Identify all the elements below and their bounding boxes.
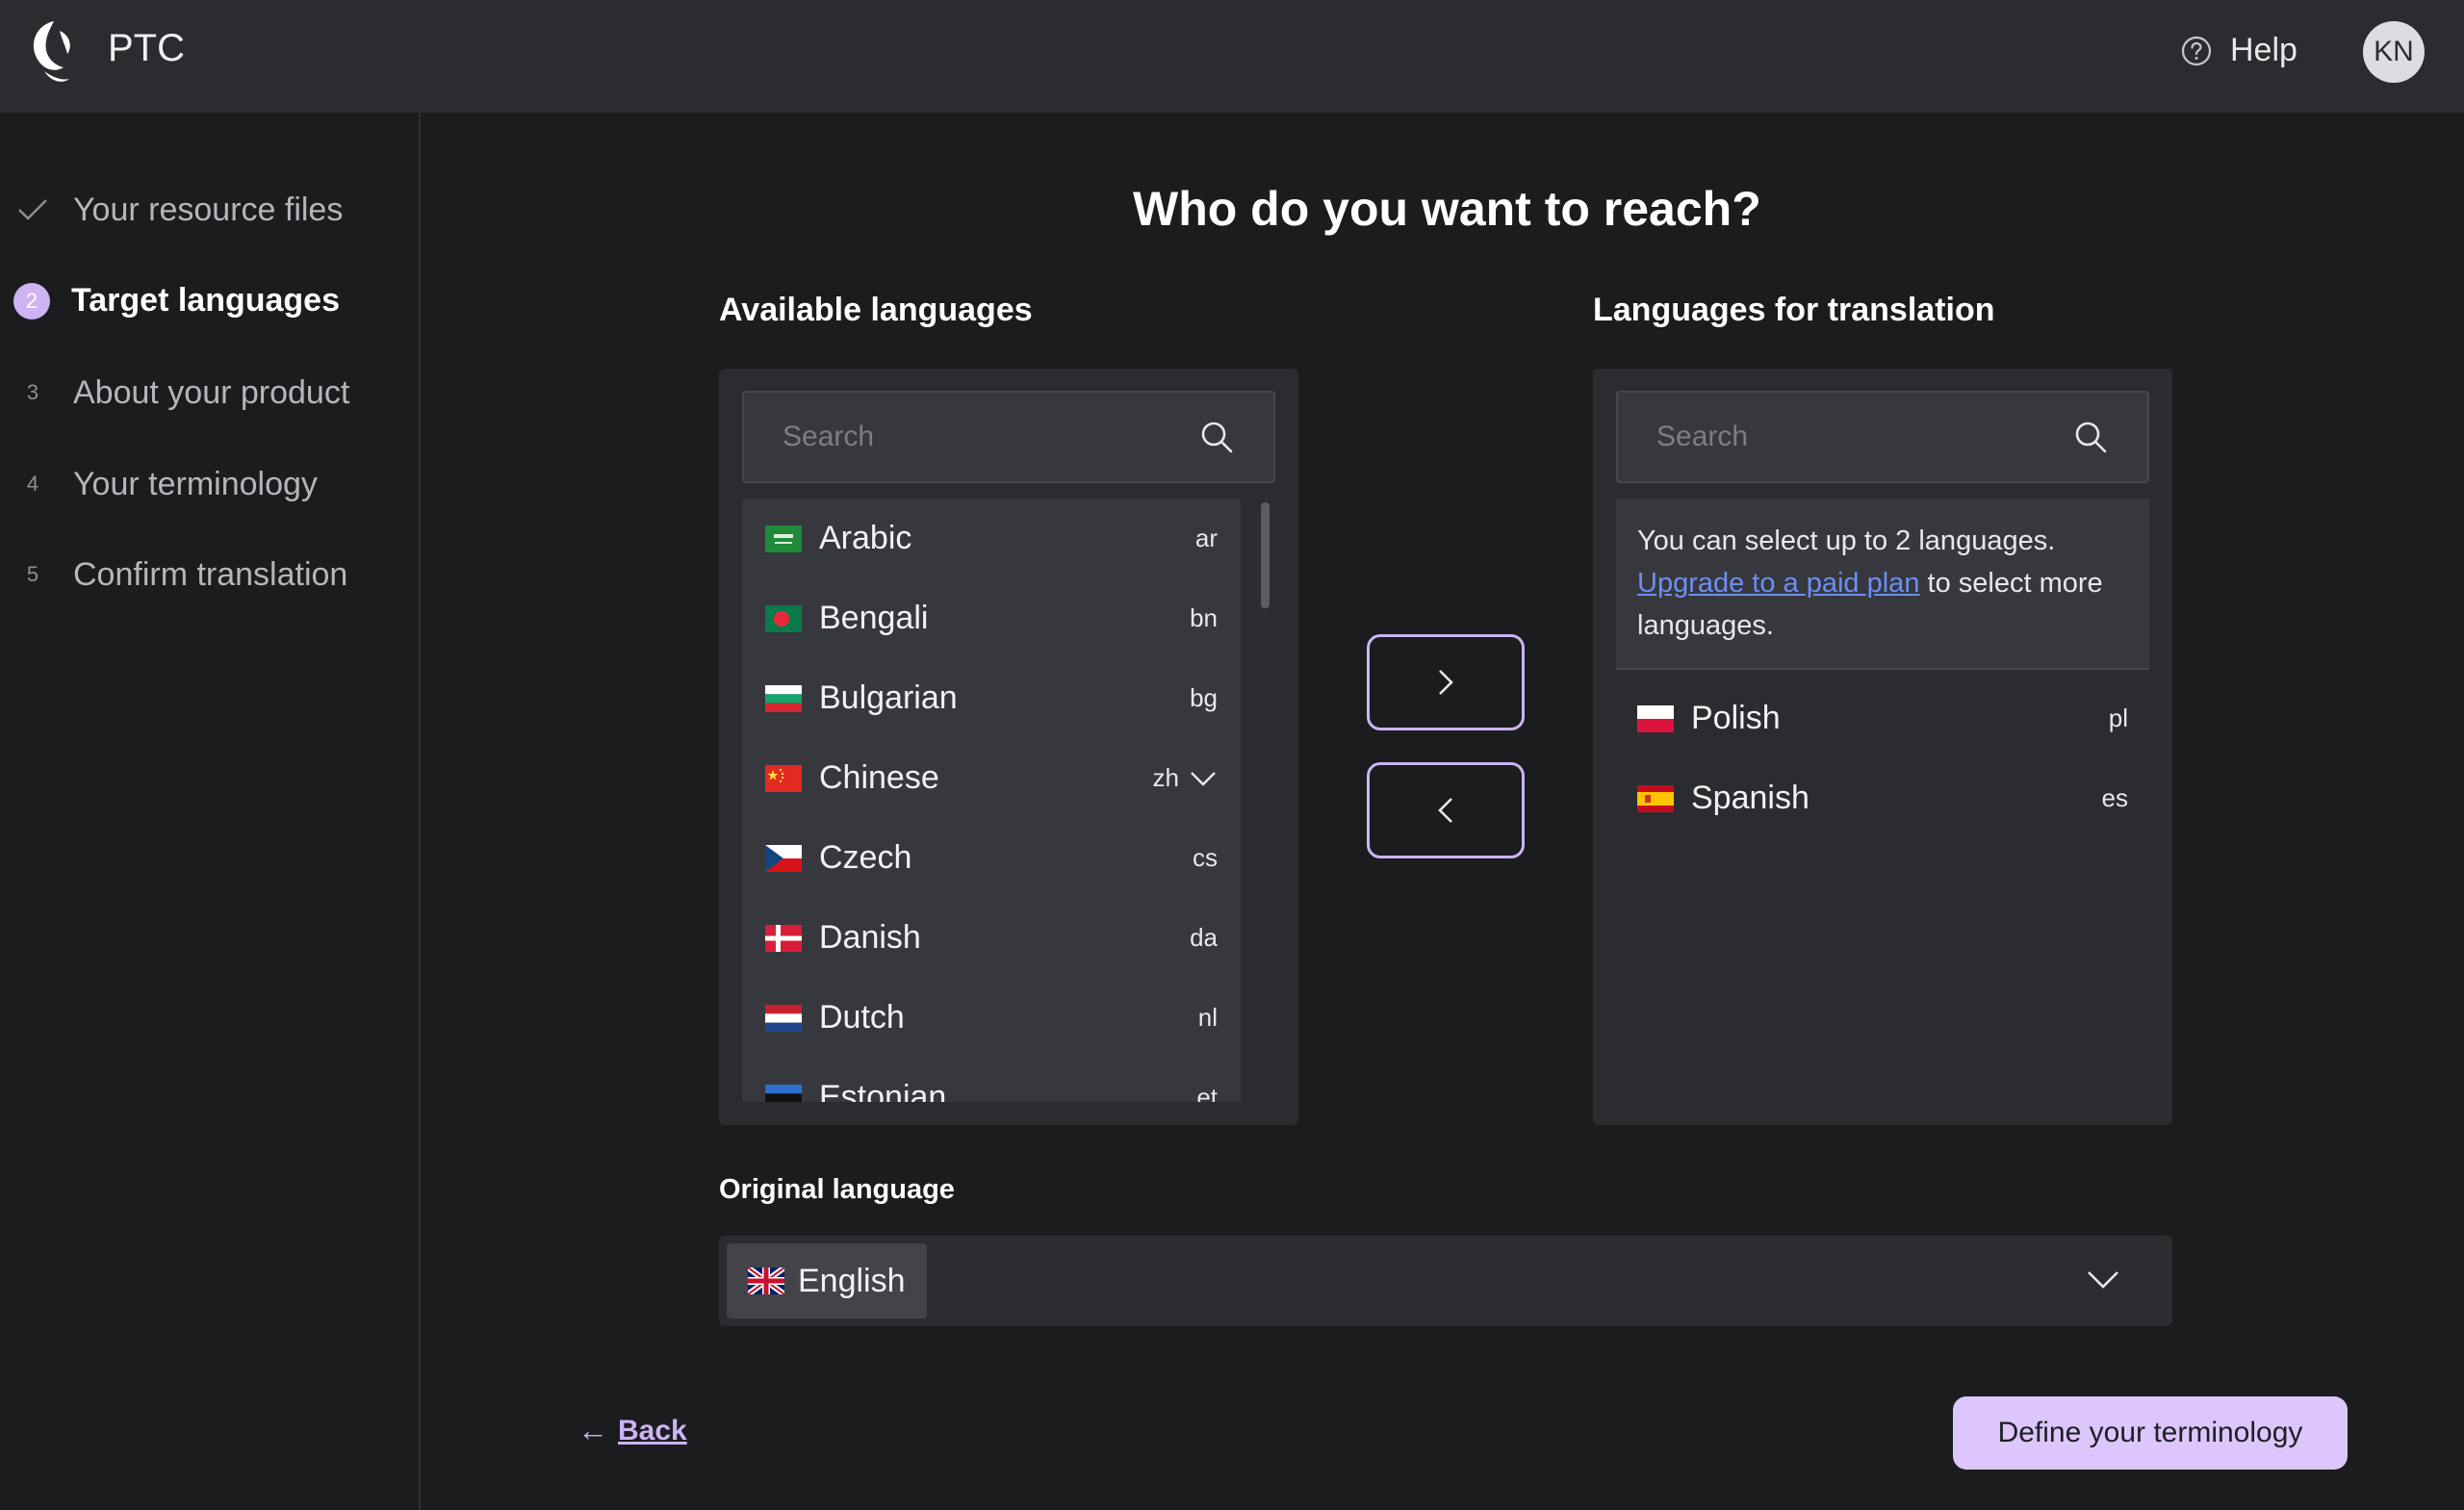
- es-flag-icon: [1637, 784, 1674, 812]
- language-code: nl: [1197, 1003, 1218, 1032]
- help-link[interactable]: Help: [2180, 32, 2297, 69]
- available-languages-panel: Arabic ar Bengali bn Bulgarian bg Chines…: [719, 369, 1298, 1125]
- nl-flag-icon: [765, 1004, 802, 1032]
- language-row-bulgarian[interactable]: Bulgarian bg: [742, 658, 1241, 738]
- original-language-select[interactable]: English: [719, 1236, 2172, 1326]
- step-label: Confirm translation: [73, 555, 348, 593]
- chevron-right-icon: [1439, 670, 1453, 695]
- selected-language-chip: English: [727, 1243, 927, 1318]
- language-code: cs: [1193, 843, 1218, 872]
- language-name: Dutch: [819, 999, 905, 1036]
- language-code: bn: [1190, 603, 1218, 632]
- language-row-danish[interactable]: Danish da: [742, 898, 1241, 978]
- language-name: Danish: [819, 919, 921, 956]
- languages-for-translation-panel: You can select up to 2 languages. Upgrad…: [1593, 369, 2172, 1125]
- selected-row-spanish[interactable]: Spanish es: [1616, 758, 2149, 838]
- step-number: 3: [26, 380, 39, 404]
- back-link[interactable]: ← Back: [578, 1413, 687, 1448]
- language-code: pl: [2108, 704, 2128, 732]
- step-label: Target languages: [71, 282, 340, 319]
- top-bar: PTC Help KN: [0, 0, 2464, 113]
- language-row-arabic[interactable]: Arabic ar: [742, 499, 1241, 578]
- original-language-value: English: [798, 1262, 906, 1299]
- bd-flag-icon: [765, 604, 802, 632]
- available-search-input[interactable]: [783, 421, 1198, 453]
- bg-flag-icon: [765, 684, 802, 712]
- original-language-label: Original language: [719, 1174, 955, 1205]
- language-row-czech[interactable]: Czech cs: [742, 818, 1241, 898]
- wizard-steps-sidebar: Your resource files 2 Target languages 3…: [0, 113, 421, 1510]
- language-name: Chinese: [819, 759, 939, 796]
- help-label: Help: [2230, 32, 2297, 68]
- step-terminology[interactable]: 4 Your terminology: [13, 465, 318, 503]
- page-title: Who do you want to reach?: [1133, 182, 1761, 236]
- language-code: bg: [1190, 683, 1218, 712]
- selected-search: [1616, 391, 2149, 483]
- step-resource-files[interactable]: Your resource files: [13, 191, 343, 229]
- available-languages-heading: Available languages: [719, 292, 1033, 328]
- define-terminology-button[interactable]: Define your terminology: [1953, 1396, 2348, 1470]
- language-row-estonian[interactable]: Estonian et: [742, 1058, 1241, 1102]
- available-search: [742, 391, 1275, 483]
- back-label: Back: [618, 1414, 687, 1446]
- chevron-down-icon[interactable]: [1189, 769, 1218, 788]
- add-language-button[interactable]: [1367, 634, 1525, 730]
- language-name: Czech: [819, 839, 912, 876]
- checkmark-icon: [13, 191, 52, 229]
- chevron-down-icon[interactable]: [2086, 1268, 2120, 1292]
- language-row-bengali[interactable]: Bengali bn: [742, 578, 1241, 658]
- cn-flag-icon: [765, 764, 802, 792]
- cz-flag-icon: [765, 844, 802, 872]
- user-avatar[interactable]: KN: [2363, 21, 2425, 83]
- brand-name: PTC: [108, 27, 185, 69]
- step-label: Your resource files: [73, 191, 344, 228]
- step-target-languages[interactable]: 2 Target languages: [13, 282, 340, 320]
- available-list-scrollbar[interactable]: [1261, 502, 1270, 608]
- search-icon[interactable]: [1198, 419, 1235, 455]
- language-name: Bengali: [819, 600, 929, 636]
- step-number-badge: 2: [13, 282, 50, 320]
- step-label: About your product: [73, 373, 350, 411]
- selection-limit-notice: You can select up to 2 languages. Upgrad…: [1616, 499, 2149, 670]
- language-code: es: [2101, 783, 2128, 812]
- language-name: Estonian: [819, 1079, 947, 1102]
- language-row-chinese[interactable]: Chinese zh: [742, 738, 1241, 818]
- step-number: 5: [26, 562, 39, 586]
- ptc-logo-icon: [33, 21, 70, 82]
- available-languages-list[interactable]: Arabic ar Bengali bn Bulgarian bg Chines…: [742, 499, 1241, 1102]
- chevron-left-icon: [1438, 798, 1452, 823]
- dk-flag-icon: [765, 924, 802, 952]
- language-code: da: [1190, 923, 1218, 952]
- selected-languages-list[interactable]: Polish pl Spanish es: [1616, 678, 2149, 838]
- pl-flag-icon: [1637, 704, 1674, 732]
- language-code: zh: [1152, 763, 1179, 792]
- sa-flag-icon: [765, 525, 802, 552]
- language-name: Bulgarian: [819, 679, 958, 716]
- selected-search-input[interactable]: [1656, 421, 2072, 453]
- language-code: ar: [1194, 524, 1218, 552]
- step-label: Your terminology: [73, 465, 318, 502]
- languages-for-translation-heading: Languages for translation: [1593, 292, 1995, 328]
- ee-flag-icon: [765, 1084, 802, 1102]
- step-number: 4: [26, 472, 39, 496]
- upgrade-plan-link[interactable]: Upgrade to a paid plan: [1637, 568, 1919, 599]
- step-confirm-translation[interactable]: 5 Confirm translation: [13, 555, 347, 594]
- step-about-product[interactable]: 3 About your product: [13, 373, 349, 412]
- arrow-left-icon: ←: [578, 1413, 608, 1447]
- search-icon[interactable]: [2072, 419, 2109, 455]
- notice-text: You can select up to 2 languages.: [1637, 525, 2056, 556]
- gb-flag-icon: [748, 1267, 784, 1294]
- language-name: Arabic: [819, 520, 912, 556]
- selected-row-polish[interactable]: Polish pl: [1616, 678, 2149, 758]
- help-circle-icon: [2181, 36, 2212, 65]
- language-code: et: [1196, 1083, 1218, 1102]
- remove-language-button[interactable]: [1367, 762, 1525, 858]
- language-name: Spanish: [1691, 780, 1810, 816]
- language-row-dutch[interactable]: Dutch nl: [742, 978, 1241, 1058]
- language-name: Polish: [1691, 700, 1781, 736]
